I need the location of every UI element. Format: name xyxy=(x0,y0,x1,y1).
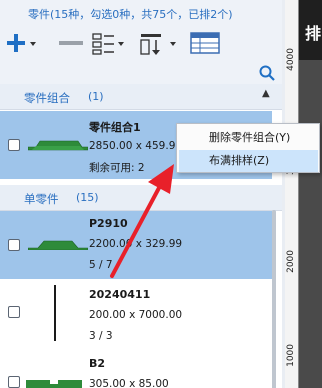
canvas-title-fragment: 排 xyxy=(305,24,322,43)
item-count: 5 / 7 xyxy=(89,259,113,271)
search-icon[interactable] xyxy=(258,64,276,82)
item-name: B2 xyxy=(89,357,106,370)
item-name: 20240411 xyxy=(89,288,151,301)
sort-button[interactable] xyxy=(138,30,178,56)
parts-summary-title: 零件(15种，勾选0种，共75个，已排2个) xyxy=(28,8,233,21)
context-menu: 删除零件组合(Y) 布满排样(Z) xyxy=(176,123,320,173)
group-header-assemblies[interactable]: 零件组合 (1) ▲ xyxy=(0,84,282,110)
menu-item-delete-assembly[interactable]: 删除零件组合(Y) xyxy=(179,127,318,149)
item-dimensions: 2850.00 x 459.99 xyxy=(89,140,183,152)
item-dimensions: 305.00 x 85.00 xyxy=(89,378,169,388)
app-window: 零件(15种，勾选0种，共75个，已排2个) 零件组合 (1) ▲ 零件组合1 … xyxy=(0,0,322,388)
group-count: (1) xyxy=(88,90,104,103)
item-count: 3 / 3 xyxy=(89,330,113,342)
item-checkbox[interactable] xyxy=(8,306,20,318)
group-title: 单零件 xyxy=(24,192,59,206)
remove-button[interactable] xyxy=(56,30,86,56)
list-scrollbar[interactable] xyxy=(272,210,276,388)
add-button[interactable] xyxy=(4,30,38,56)
item-name: P2910 xyxy=(89,217,128,230)
part-shape-thumbnail xyxy=(26,380,82,388)
item-checkbox[interactable] xyxy=(8,376,20,388)
chevron-up-icon[interactable]: ▲ xyxy=(262,88,270,99)
vertical-ruler: 4000 3000 2000 1000 xyxy=(285,0,299,388)
item-remaining: 剩余可用: 2 xyxy=(89,162,145,174)
group-header-parts[interactable]: 单零件 (15) xyxy=(0,185,282,211)
list-view-button[interactable] xyxy=(90,30,126,56)
item-checkbox[interactable] xyxy=(8,239,20,251)
part-shape-thumbnail xyxy=(54,285,56,341)
ruler-label: 4000 xyxy=(286,48,296,71)
ruler-label: 1000 xyxy=(286,344,296,367)
part-shape-thumbnail xyxy=(28,240,88,250)
menu-item-fill-nest[interactable]: 布满排样(Z) xyxy=(179,150,318,172)
ruler-label: 2000 xyxy=(286,250,296,273)
list-item-part[interactable]: P2910 2200.00 x 329.99 5 / 7 xyxy=(0,211,272,279)
group-title: 零件组合 xyxy=(24,91,70,105)
item-dimensions: 200.00 x 7000.00 xyxy=(89,309,183,321)
part-shape-thumbnail xyxy=(28,140,88,151)
list-item-part[interactable]: 20240411 200.00 x 7000.00 3 / 3 xyxy=(0,281,272,351)
group-count: (15) xyxy=(76,191,99,204)
parts-header: 零件(15种，勾选0种，共75个，已排2个) xyxy=(0,0,282,84)
item-dimensions: 2200.00 x 329.99 xyxy=(89,238,183,250)
toolbar xyxy=(4,30,280,56)
table-view-button[interactable] xyxy=(188,30,222,56)
item-checkbox[interactable] xyxy=(8,139,20,151)
list-item-part[interactable]: B2 305.00 x 85.00 xyxy=(0,352,272,388)
canvas-ruler: 4000 3000 2000 1000 排 xyxy=(285,0,322,388)
item-name: 零件组合1 xyxy=(89,121,141,134)
